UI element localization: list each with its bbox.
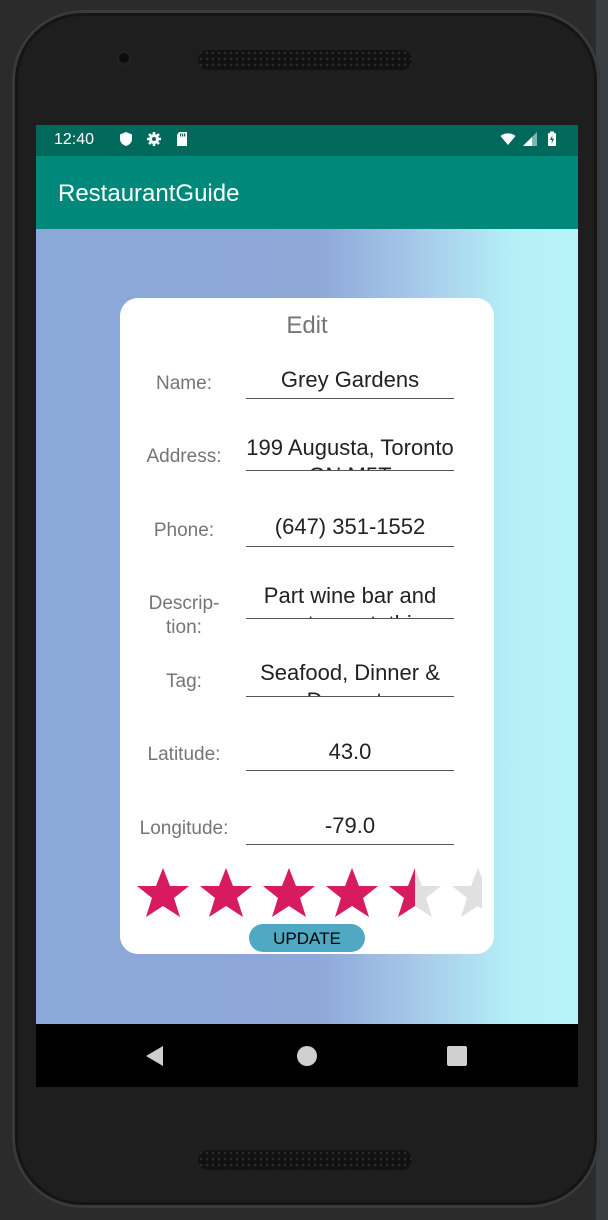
- sd-card-icon: [177, 132, 187, 146]
- phone-row: Phone: (647) 351-1552: [120, 506, 494, 566]
- cellular-signal-icon: [523, 132, 537, 146]
- name-label: Name:: [156, 373, 212, 394]
- bottom-speaker: [198, 1150, 412, 1170]
- longitude-field[interactable]: -79.0: [246, 802, 454, 845]
- latitude-field[interactable]: 43.0: [246, 728, 454, 771]
- name-row: Name: Grey Gardens: [120, 358, 494, 418]
- gear-icon: [147, 132, 161, 146]
- back-icon[interactable]: [143, 1044, 167, 1068]
- main-content: Edit Name: Grey Gardens Address: 199 Aug…: [36, 229, 578, 1024]
- navigation-bar: [36, 1024, 578, 1087]
- edit-title: Edit: [286, 312, 328, 339]
- rating-star-1[interactable]: [136, 866, 190, 920]
- rating-star-2[interactable]: [199, 866, 253, 920]
- longitude-row: Longitude: -79.0: [120, 802, 494, 862]
- top-speaker: [198, 50, 412, 70]
- phone-label: Phone:: [153, 520, 215, 541]
- wifi-icon: [500, 133, 516, 145]
- latitude-row: Latitude: 43.0: [120, 728, 494, 788]
- front-camera: [116, 50, 132, 66]
- address-field[interactable]: 199 Augusta, Toronto ON M5T: [246, 432, 454, 471]
- home-icon[interactable]: [295, 1044, 319, 1068]
- description-field[interactable]: Part wine bar and restaurant, this: [246, 580, 454, 619]
- phone-field[interactable]: (647) 351-1552: [246, 506, 454, 547]
- tag-label: Tag:: [166, 671, 202, 692]
- tag-row: Tag: Seafood, Dinner & Desserts: [120, 654, 494, 714]
- rating-star-6[interactable]: [451, 866, 482, 920]
- status-time: 12:40: [54, 131, 95, 148]
- longitude-label: Longitude:: [139, 818, 229, 839]
- name-field[interactable]: Grey Gardens: [246, 358, 454, 399]
- app-title: RestaurantGuide: [58, 180, 240, 207]
- rating-star-4[interactable]: [325, 866, 379, 920]
- edit-card: Edit Name: Grey Gardens Address: 199 Aug…: [120, 298, 494, 954]
- recents-icon[interactable]: [445, 1044, 469, 1068]
- shield-icon: [120, 132, 132, 146]
- update-button[interactable]: UPDATE: [249, 924, 365, 952]
- description-label: Descrip- tion:: [148, 593, 220, 638]
- description-row: Descrip- tion: Part wine bar and restaur…: [120, 580, 494, 640]
- rating-bar[interactable]: [136, 866, 482, 926]
- rating-star-5[interactable]: [388, 866, 442, 920]
- address-row: Address: 199 Augusta, Toronto ON M5T: [120, 432, 494, 492]
- app-bar: RestaurantGuide: [36, 156, 578, 229]
- status-bar: 12:40: [36, 125, 578, 156]
- latitude-label: Latitude:: [147, 744, 221, 765]
- device-screen: 12:40 RestaurantGuide Edit Name: Grey Ga…: [36, 125, 578, 1087]
- address-label: Address:: [146, 446, 222, 467]
- rating-star-3[interactable]: [262, 866, 316, 920]
- battery-charging-icon: [548, 131, 556, 146]
- tag-field[interactable]: Seafood, Dinner & Desserts: [246, 654, 454, 697]
